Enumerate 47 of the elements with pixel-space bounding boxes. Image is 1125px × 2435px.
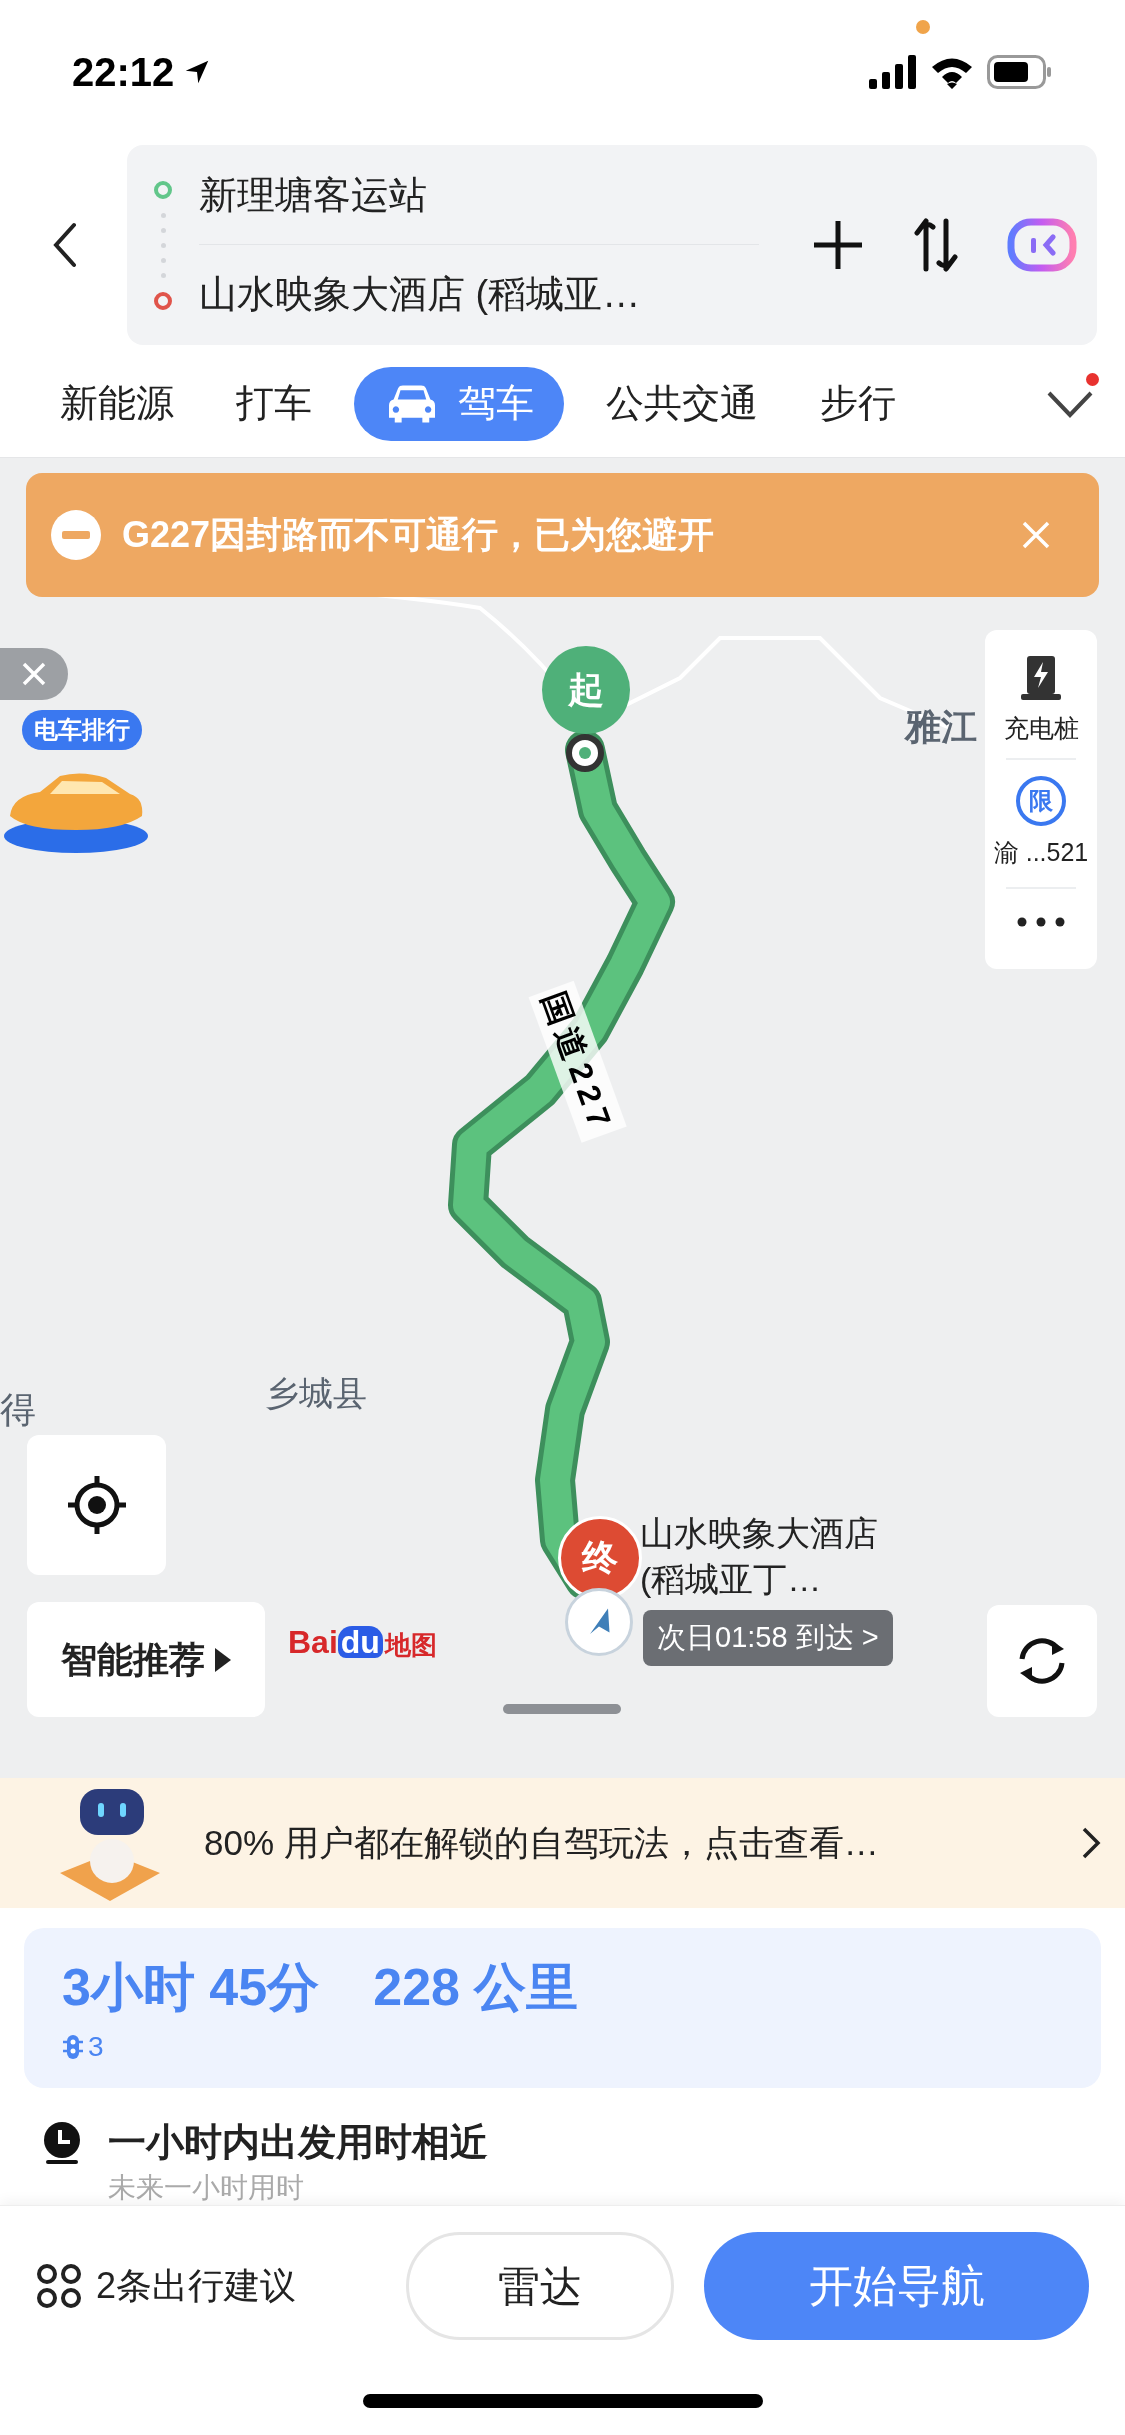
transport-mode-tab[interactable]: 新能源 xyxy=(40,366,194,441)
map-place-label: 得 xyxy=(0,1388,36,1432)
sheet-drag-handle[interactable] xyxy=(503,1704,621,1714)
chevron-right-icon xyxy=(1081,1826,1101,1860)
ev-ranking-badge[interactable]: 电车排行 xyxy=(22,710,142,750)
destination-map-label: 山水映象大酒店 (稻城亚丁… xyxy=(640,1513,879,1600)
route-duration: 3小时 45分 xyxy=(62,1957,320,2018)
map-logo: Baidu 地图 xyxy=(288,1626,437,1658)
grid-icon xyxy=(36,2263,82,2309)
route-distance: 228 公里 xyxy=(373,1957,579,2018)
transport-mode-tab[interactable]: 打车 xyxy=(216,366,332,441)
assistant-icon[interactable] xyxy=(1007,218,1077,272)
side-tool-label[interactable]: 渝 ...521 xyxy=(993,833,1089,871)
origin-field[interactable]: 新理塘客运站 xyxy=(199,147,759,245)
locate-button[interactable] xyxy=(27,1435,166,1575)
traffic-light-icon xyxy=(62,2034,84,2060)
swap-icon[interactable] xyxy=(913,217,959,273)
no-entry-icon xyxy=(50,509,102,561)
restriction-icon: 限 xyxy=(1016,775,1066,826)
more-icon[interactable] xyxy=(1017,917,1065,927)
side-tool-label[interactable]: 充电桩 xyxy=(1003,710,1079,748)
promo-text: 80% 用户都在解锁的自驾玩法，点击查看… xyxy=(204,1821,880,1864)
destination-field[interactable]: 山水映象大酒店 (稻城亚… xyxy=(199,245,759,343)
promo-banner[interactable]: 80% 用户都在解锁的自驾玩法，点击查看… xyxy=(0,1778,1125,1908)
refresh-button[interactable] xyxy=(987,1605,1097,1717)
transport-mode-tab[interactable]: 公共交通 xyxy=(586,366,778,441)
battery-icon xyxy=(987,55,1053,89)
traffic-light-count: 3 xyxy=(88,2030,104,2064)
close-icon xyxy=(21,661,47,687)
travel-suggestions-button[interactable]: 2条出行建议 xyxy=(36,2259,376,2313)
signal-icon xyxy=(869,55,917,89)
start-marker: 起 xyxy=(542,646,630,734)
radar-button[interactable]: 雷达 xyxy=(406,2232,674,2340)
play-triangle-icon xyxy=(215,1647,231,1672)
locate-icon xyxy=(65,1474,128,1536)
map-place-label: 乡城县 xyxy=(265,1373,367,1414)
charging-station-icon[interactable] xyxy=(1021,654,1061,702)
transport-mode-tab[interactable]: 步行 xyxy=(800,366,916,441)
arrival-time-tag[interactable]: 次日01:58 到达 > xyxy=(643,1610,893,1666)
close-button[interactable] xyxy=(0,648,68,700)
add-stop-icon[interactable] xyxy=(811,218,865,272)
smart-recommend-button[interactable]: 智能推荐 xyxy=(27,1602,265,1717)
status-time: 22:12 xyxy=(72,49,175,96)
map-place-label: 雅江 xyxy=(905,705,977,749)
tip-title: 一小时内出发用时相近 xyxy=(108,2120,488,2165)
tip-subtitle: 未来一小时用时 xyxy=(108,2171,305,2205)
alert-text: G227因封路而不可通行，已为您避开 xyxy=(122,513,716,557)
